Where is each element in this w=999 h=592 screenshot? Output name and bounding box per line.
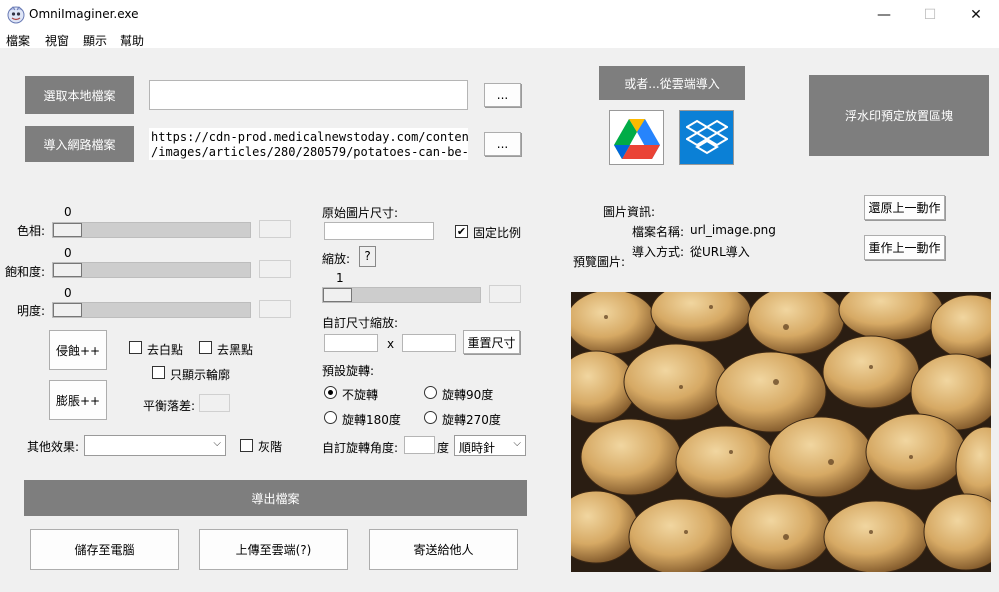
select-local-file-button[interactable]: 選取本地檔案 bbox=[25, 76, 134, 114]
local-path-input[interactable] bbox=[149, 80, 468, 110]
custom-rotation-label: 自訂旋轉角度: bbox=[322, 441, 399, 455]
custom-width-input[interactable] bbox=[324, 334, 378, 352]
custom-height-input[interactable] bbox=[402, 334, 456, 352]
scale-label: 縮放: bbox=[322, 252, 351, 266]
dropbox-icon bbox=[686, 119, 728, 155]
rotate-180-radio[interactable] bbox=[324, 411, 337, 424]
custom-size-label: 自訂尺寸縮放: bbox=[322, 316, 399, 330]
remove-black-label: 去黑點 bbox=[217, 343, 254, 357]
send-to-others-button[interactable]: 寄送給他人 bbox=[369, 529, 518, 570]
balance-input[interactable] bbox=[199, 394, 230, 412]
scale-value: 1 bbox=[336, 271, 344, 285]
scale-output bbox=[489, 285, 521, 303]
saturation-value: 0 bbox=[64, 246, 72, 260]
keep-ratio-checkbox[interactable]: ✔ bbox=[455, 225, 468, 238]
url-line-2: /images/articles/280/280579/potatoes-can… bbox=[151, 145, 468, 159]
scale-help-button[interactable]: ? bbox=[359, 246, 376, 267]
remove-white-label: 去白點 bbox=[147, 343, 184, 357]
minimize-button[interactable]: — bbox=[861, 0, 907, 30]
scale-slider-thumb[interactable] bbox=[323, 288, 352, 302]
google-drive-icon bbox=[614, 119, 660, 159]
upload-to-cloud-button[interactable]: 上傳至雲端(?) bbox=[199, 529, 348, 570]
menu-view[interactable]: 顯示 bbox=[83, 32, 107, 49]
app-logo-icon bbox=[7, 6, 25, 24]
rotation-direction-value: 順時針 bbox=[459, 441, 496, 455]
redo-button[interactable]: 重作上一動作 bbox=[864, 235, 945, 260]
maximize-button[interactable]: ☐ bbox=[907, 0, 953, 30]
saturation-label: 飽和度: bbox=[5, 265, 46, 279]
rotate-180-label: 旋轉180度 bbox=[342, 413, 401, 427]
filename-value: url_image.png bbox=[690, 223, 776, 237]
original-size-input[interactable] bbox=[324, 222, 434, 240]
brightness-value: 0 bbox=[64, 286, 72, 300]
rotate-none-label: 不旋轉 bbox=[342, 388, 379, 402]
brightness-output bbox=[259, 300, 291, 318]
menu-window[interactable]: 視窗 bbox=[45, 32, 69, 49]
import-web-file-button[interactable]: 導入網路檔案 bbox=[25, 126, 134, 162]
menu-help[interactable]: 幫助 bbox=[120, 32, 144, 49]
saturation-output bbox=[259, 260, 291, 278]
rotate-90-radio[interactable] bbox=[424, 386, 437, 399]
url-input[interactable]: https://cdn-prod.medicalnewstoday.com/co… bbox=[149, 128, 468, 160]
size-separator: x bbox=[387, 337, 395, 351]
balance-label: 平衡落差: bbox=[143, 399, 196, 413]
preset-rotation-label: 預設旋轉: bbox=[322, 364, 375, 378]
dilate-button[interactable]: 膨脹++ bbox=[49, 380, 107, 420]
import-method-label: 導入方式: bbox=[632, 245, 685, 259]
browse-local-button[interactable]: ... bbox=[484, 83, 521, 107]
grayscale-checkbox[interactable] bbox=[240, 439, 253, 452]
brightness-label: 明度: bbox=[17, 304, 46, 318]
rotate-270-label: 旋轉270度 bbox=[442, 413, 501, 427]
preview-label: 預覽圖片: bbox=[573, 255, 626, 269]
saturation-slider-thumb[interactable] bbox=[53, 263, 82, 277]
hue-label: 色相: bbox=[17, 224, 46, 238]
remove-black-checkbox[interactable] bbox=[199, 341, 212, 354]
other-effects-select[interactable]: ⌵ bbox=[84, 435, 226, 456]
window-title: OmniImaginer.exe bbox=[29, 7, 139, 21]
rotate-none-radio[interactable] bbox=[324, 386, 337, 399]
erode-button[interactable]: 侵蝕++ bbox=[49, 330, 107, 370]
menu-file[interactable]: 檔案 bbox=[6, 32, 30, 49]
hue-slider-thumb[interactable] bbox=[53, 223, 82, 237]
chevron-down-icon: ⌵ bbox=[213, 438, 221, 449]
rotate-270-radio[interactable] bbox=[424, 411, 437, 424]
remove-white-checkbox[interactable] bbox=[129, 341, 142, 354]
undo-button[interactable]: 還原上一動作 bbox=[864, 195, 945, 220]
save-to-computer-button[interactable]: 儲存至電腦 bbox=[30, 529, 179, 570]
outline-only-label: 只顯示輪廓 bbox=[170, 368, 231, 382]
reset-size-button[interactable]: 重置尺寸 bbox=[463, 330, 520, 354]
import-method-value: 從URL導入 bbox=[690, 245, 750, 259]
image-info-header: 圖片資訊: bbox=[603, 205, 656, 219]
google-drive-button[interactable] bbox=[609, 110, 664, 165]
degree-label: 度 bbox=[437, 441, 450, 455]
preview-image bbox=[571, 292, 991, 572]
original-size-label: 原始圖片尺寸: bbox=[322, 206, 399, 220]
menu-bar bbox=[0, 30, 999, 48]
grayscale-label: 灰階 bbox=[258, 440, 283, 454]
rotation-direction-select[interactable]: 順時針 ⌵ bbox=[454, 435, 526, 456]
browse-url-button[interactable]: ... bbox=[484, 132, 521, 156]
other-effects-label: 其他效果: bbox=[27, 440, 80, 454]
filename-label: 檔案名稱: bbox=[632, 225, 685, 239]
custom-rotation-input[interactable] bbox=[404, 436, 435, 454]
chevron-down-icon: ⌵ bbox=[513, 438, 521, 449]
url-line-1: https://cdn-prod.medicalnewstoday.com/co… bbox=[151, 130, 468, 144]
watermark-placeholder: 浮水印預定放置區塊 bbox=[809, 75, 989, 156]
hue-value: 0 bbox=[64, 205, 72, 219]
dropbox-button[interactable] bbox=[679, 110, 734, 165]
outline-only-checkbox[interactable] bbox=[152, 366, 165, 379]
cloud-import-label: 或者...從雲端導入 bbox=[599, 66, 745, 100]
brightness-slider-thumb[interactable] bbox=[53, 303, 82, 317]
export-header: 導出檔案 bbox=[24, 480, 527, 516]
rotate-90-label: 旋轉90度 bbox=[442, 388, 494, 402]
hue-output bbox=[259, 220, 291, 238]
title-bar bbox=[0, 0, 999, 30]
keep-ratio-label: 固定比例 bbox=[473, 226, 522, 240]
close-button[interactable]: ✕ bbox=[953, 0, 999, 30]
